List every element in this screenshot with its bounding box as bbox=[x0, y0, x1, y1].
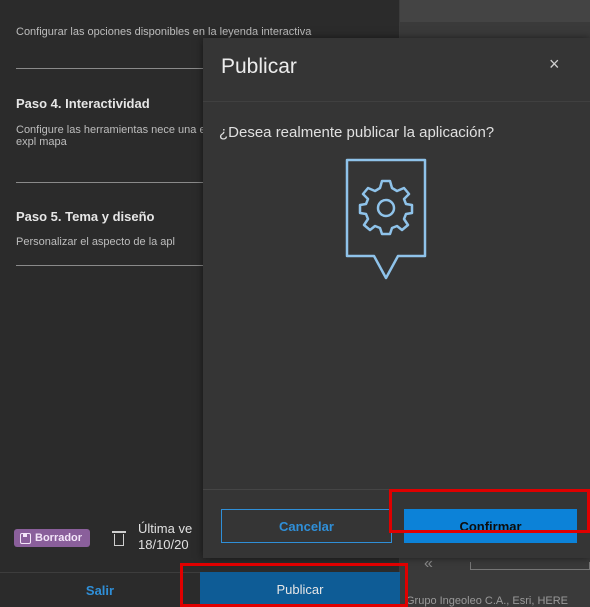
dialog-title: Publicar bbox=[221, 55, 297, 78]
draft-status-badge: Borrador bbox=[14, 529, 91, 547]
delete-draft-icon[interactable] bbox=[112, 529, 126, 547]
last-version-date: 18/10/20 bbox=[138, 537, 189, 552]
map-attribution: Grupo Ingeoleo C.A., Esri, HERE bbox=[406, 595, 569, 607]
step-3-description: Configurar las opciones disponibles en l… bbox=[16, 26, 312, 38]
close-icon[interactable]: × bbox=[549, 54, 560, 75]
step-4-title[interactable]: Paso 4. Interactividad bbox=[16, 96, 150, 111]
step-separator bbox=[16, 265, 216, 266]
highlight-publish bbox=[180, 563, 408, 607]
dialog-header-divider bbox=[203, 101, 590, 102]
map-top-strip bbox=[400, 0, 590, 22]
publish-dialog: Publicar × ¿Desea realmente publicar la … bbox=[203, 38, 590, 558]
save-icon bbox=[20, 532, 31, 544]
step-5-title[interactable]: Paso 5. Tema y diseño bbox=[16, 209, 154, 224]
step-separator bbox=[16, 182, 216, 183]
highlight-confirm bbox=[389, 489, 590, 533]
step-separator bbox=[16, 68, 216, 69]
cancel-button[interactable]: Cancelar bbox=[221, 509, 392, 543]
last-version-info: Última ve 18/10/20 bbox=[138, 521, 192, 553]
last-version-label: Última ve bbox=[138, 521, 193, 536]
publish-gear-icon bbox=[345, 158, 427, 280]
draft-badge-label: Borrador bbox=[35, 532, 83, 544]
exit-button[interactable]: Salir bbox=[0, 572, 200, 607]
map-scale-bar bbox=[470, 562, 590, 570]
confirmation-question: ¿Desea realmente publicar la aplicación? bbox=[219, 124, 495, 141]
